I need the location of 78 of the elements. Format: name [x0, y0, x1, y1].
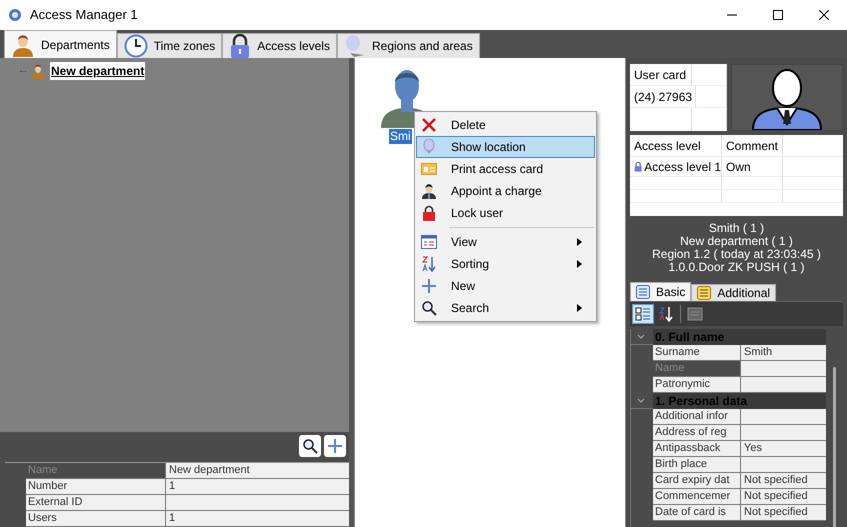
- category-header: 1. Personal data: [653, 392, 826, 408]
- property-name: Name: [26, 463, 166, 478]
- app-icon: [8, 8, 22, 22]
- maximize-icon: [773, 10, 783, 20]
- padlock-icon: [422, 205, 436, 221]
- table-cell-text: Access level 1: [644, 158, 721, 176]
- tab[interactable]: Regions and areas: [336, 33, 480, 58]
- tab[interactable]: Additional: [691, 284, 776, 301]
- sort-icon: [421, 256, 437, 272]
- property-name: Commencemer: [653, 489, 741, 504]
- search-button[interactable]: [299, 435, 321, 458]
- menu-item[interactable]: Sorting: [416, 253, 595, 275]
- plus-icon: [421, 278, 437, 294]
- padlock-icon: [634, 159, 642, 174]
- chevron-icon[interactable]: [637, 398, 645, 404]
- property-name: Birth place: [653, 457, 741, 472]
- table-cell: (24) 27963: [630, 86, 696, 108]
- menu-item[interactable]: Print access card: [416, 158, 595, 180]
- menu-item[interactable]: Search: [416, 297, 595, 319]
- clock-icon: [124, 34, 148, 58]
- close-icon: [819, 10, 829, 20]
- table-cell: Own: [722, 156, 783, 176]
- window-title: Access Manager 1: [30, 6, 138, 24]
- person-icon: [11, 32, 35, 56]
- tab[interactable]: Time zones: [116, 33, 222, 58]
- menu-item[interactable]: View: [416, 231, 595, 253]
- tab[interactable]: Departments: [4, 30, 117, 58]
- tab[interactable]: Basic: [630, 282, 692, 301]
- person-icon: [421, 183, 437, 199]
- column-header: User card: [630, 64, 692, 86]
- property-name: Date of card is: [653, 505, 741, 520]
- search-icon: [421, 300, 437, 316]
- submenu-arrow-icon: [577, 304, 582, 312]
- tab[interactable]: Access levels: [222, 33, 337, 58]
- close-icon: [421, 117, 437, 133]
- menu-item[interactable]: Appoint a charge: [416, 180, 595, 202]
- property-value[interactable]: Not specified: [741, 505, 826, 520]
- status-text: 1.0.0.Door ZK PUSH ( 1 ): [668, 261, 805, 274]
- submenu-arrow-icon: [577, 238, 582, 246]
- property-value[interactable]: 1: [166, 511, 349, 526]
- column-header[interactable]: Access level: [630, 135, 722, 156]
- menu-item[interactable]: Lock user: [416, 202, 595, 224]
- property-value[interactable]: Yes: [741, 441, 826, 456]
- submenu-arrow-icon: [577, 260, 582, 268]
- property-value[interactable]: 1: [166, 479, 349, 494]
- status-text: Smith ( 1 ): [708, 222, 764, 235]
- property-name: Antipassback: [653, 441, 741, 456]
- person-icon: [30, 63, 46, 79]
- menu-item[interactable]: Delete: [416, 114, 595, 136]
- property-name: Name: [653, 361, 741, 376]
- menu-item[interactable]: New: [416, 275, 595, 297]
- id-card-icon: [421, 162, 437, 176]
- property-name: Card expiry dat: [653, 473, 741, 488]
- property-name: Surname: [653, 345, 741, 360]
- list-view-icon: [421, 235, 437, 249]
- property-name: Patronymic: [653, 377, 741, 392]
- add-button[interactable]: [324, 435, 346, 458]
- status-text: New department ( 1 ): [680, 235, 793, 248]
- padlock-icon: [229, 34, 252, 58]
- list-icon: [636, 285, 650, 299]
- categorized-view-button[interactable]: [632, 304, 654, 324]
- property-name: Address of reg: [653, 425, 741, 440]
- property-name: Users: [26, 511, 166, 526]
- property-name: Number: [26, 479, 166, 494]
- property-value[interactable]: Not specified: [741, 473, 826, 488]
- property-name: External ID: [26, 495, 166, 510]
- menu-item[interactable]: Show location: [416, 136, 595, 158]
- property-name: Additional infor: [653, 409, 741, 424]
- status-text: Region 1.2 ( today at 23:03:45 ): [652, 248, 821, 261]
- map-pin-icon: [422, 139, 436, 155]
- tree-item[interactable]: New department: [50, 62, 146, 80]
- user-name-label[interactable]: Smi: [389, 129, 412, 144]
- column-header[interactable]: Comment: [722, 135, 783, 156]
- list-icon: [697, 286, 712, 300]
- property-value[interactable]: Smith: [741, 345, 826, 360]
- category-header: 0. Full name: [653, 329, 826, 344]
- chevron-icon[interactable]: [637, 334, 645, 340]
- property-value[interactable]: Not specified: [741, 489, 826, 504]
